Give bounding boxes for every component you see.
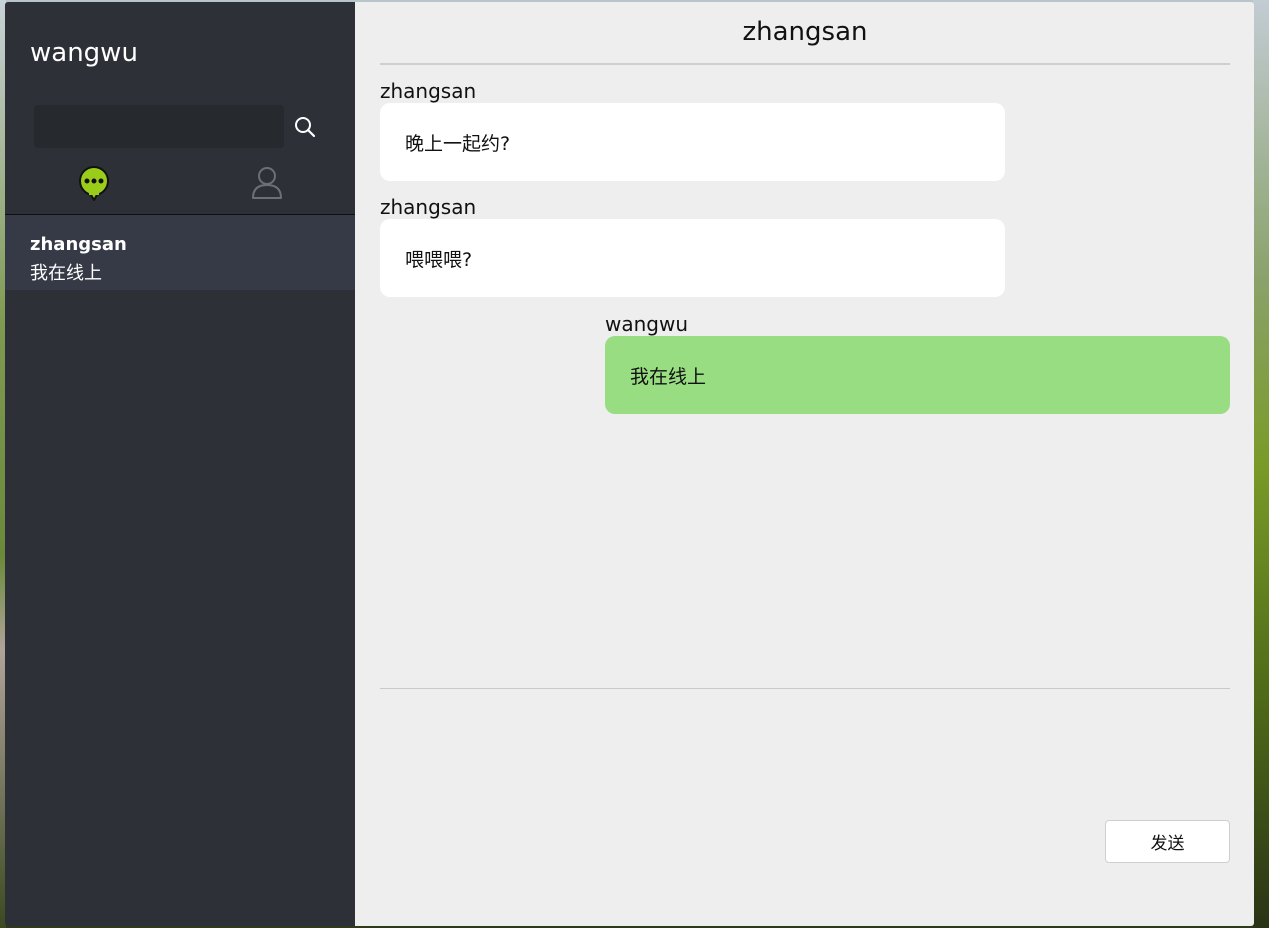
contact-name: zhangsan [30,234,127,255]
message-sender: wangwu [605,312,689,336]
chat-app-window: wangwu zhangsan 我在线上 zhangsan zhangsan 晚… [5,2,1254,926]
current-username: wangwu [30,38,138,68]
contact-item-zhangsan[interactable]: zhangsan 我在线上 [5,215,355,290]
search-input[interactable] [34,105,284,148]
title-divider [380,63,1230,65]
message-bubble: 我在线上 [605,336,1230,414]
sidebar: wangwu zhangsan 我在线上 [5,2,355,926]
message-text: 喂喂喂? [405,248,473,271]
message-sender: zhangsan [380,195,477,219]
send-button[interactable]: 发送 [1105,820,1230,863]
chat-title: zhangsan [742,17,868,47]
user-icon[interactable] [249,164,285,202]
chat-panel: zhangsan zhangsan 晚上一起约? zhangsan 喂喂喂? w… [355,2,1254,926]
message-text: 我在线上 [630,365,707,388]
message-input[interactable] [380,694,1234,818]
search-icon[interactable] [293,115,317,139]
message-text: 晚上一起约? [405,132,511,155]
compose-divider [380,688,1230,689]
desktop-background-right [1253,0,1269,928]
contact-last-message: 我在线上 [30,263,102,284]
chat-bubble-icon[interactable] [76,164,112,202]
message-bubble: 喂喂喂? [380,219,1005,297]
message-sender: zhangsan [380,79,477,103]
message-bubble: 晚上一起约? [380,103,1005,181]
